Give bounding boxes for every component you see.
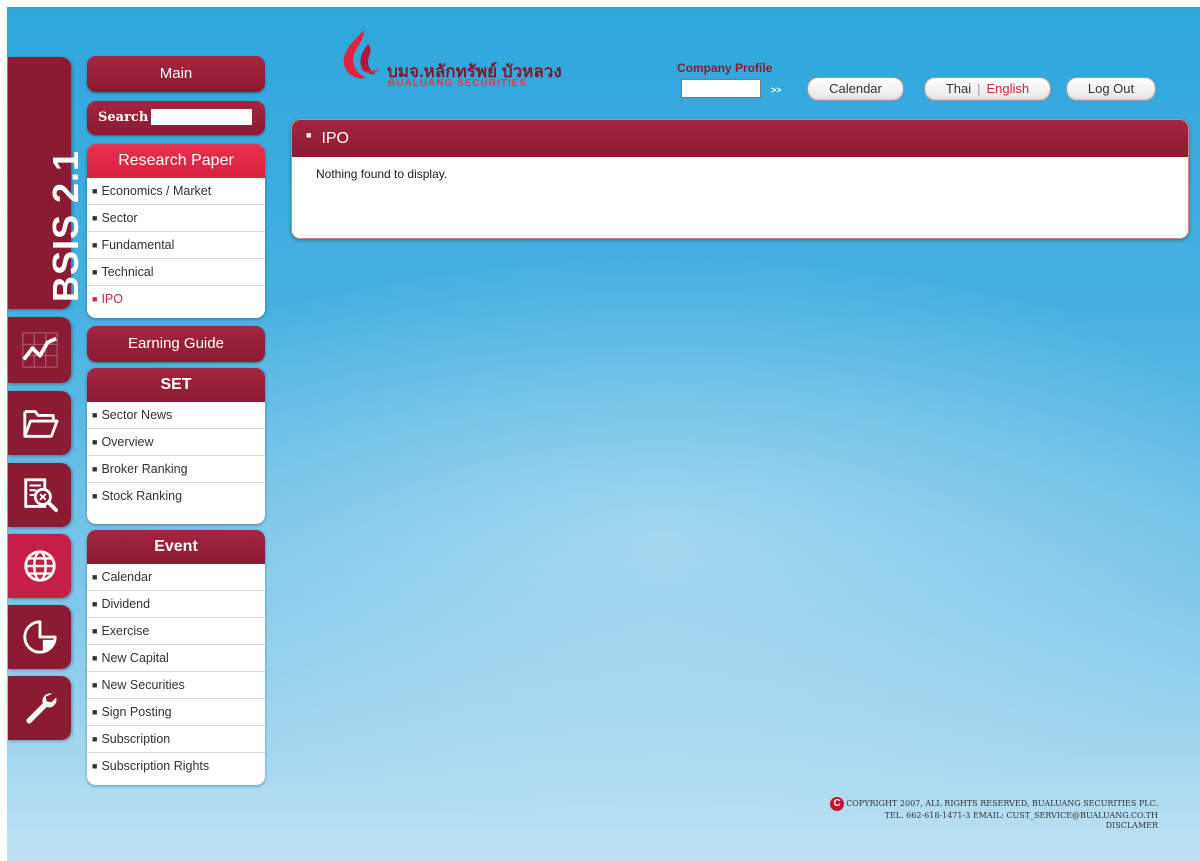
search-input[interactable] — [151, 109, 252, 125]
tab-portfolio[interactable] — [8, 605, 71, 669]
earning-guide-button[interactable]: Earning Guide — [87, 326, 265, 362]
ipo-panel-header: ■ IPO — [292, 120, 1188, 157]
brand-tab: BSIS 2.1 — [8, 57, 86, 309]
research-title[interactable]: Research Paper — [87, 144, 265, 178]
set-item-stock-ranking[interactable]: ■ Stock Ranking — [87, 483, 265, 509]
folder-icon — [22, 410, 59, 438]
pie-chart-icon — [22, 620, 57, 654]
search-box: Search — [87, 101, 265, 135]
list-item-label: Dividend — [101, 597, 151, 611]
empty-message: Nothing found to display. — [316, 167, 448, 181]
research-item-technical[interactable]: ■ Technical — [87, 259, 265, 286]
research-item-sector[interactable]: ■ Sector — [87, 205, 265, 232]
research-panel: Research Paper ■ Economics / Market ■ Sect… — [87, 144, 265, 318]
list-item-label: Exercise — [101, 624, 150, 638]
event-item-calendar[interactable]: ■ Calendar — [87, 564, 265, 591]
set-item-overview[interactable]: ■ Overview — [87, 429, 265, 456]
product-name: BSIS 2.1 — [45, 149, 87, 303]
disclaimer-link[interactable]: DISCLAMER — [830, 821, 1158, 831]
footer: C COPYRIGHT 2007, ALL RIGHTS RESERVED, BU… — [830, 797, 1158, 831]
globe-icon — [23, 550, 56, 582]
tab-research[interactable] — [8, 463, 71, 527]
list-item-label: Subscription — [101, 732, 171, 746]
list-item-label: Sector — [101, 211, 138, 225]
event-item-new-securities[interactable]: ■ New Securities — [87, 672, 265, 699]
research-item-fundamental[interactable]: ■ Fundamental — [87, 232, 265, 259]
search-label: Search — [98, 110, 149, 125]
tab-charts[interactable] — [8, 317, 71, 383]
event-title: Event — [87, 530, 265, 564]
tab-market[interactable] — [8, 534, 71, 598]
logo-english-text: BUALUANG SECURITIES — [388, 78, 528, 89]
company-profile-input[interactable] — [681, 79, 761, 98]
event-item-new-capital[interactable]: ■ New Capital — [87, 645, 265, 672]
copyright-line: C COPYRIGHT 2007, ALL RIGHTS RESERVED, BU… — [830, 797, 1158, 811]
contact-line: TEL. 662-618-1471-3 EMAIL: CUST_SERVICE@… — [884, 811, 1158, 820]
list-item-label: New Capital — [101, 651, 169, 665]
lang-separator: | — [977, 81, 981, 96]
list-item-label: Technical — [101, 265, 154, 279]
app-background: BSIS 2.1 Main Search Research Paper ■ Ec… — [7, 7, 1200, 861]
list-item-label: Fundamental — [101, 238, 175, 252]
bullet-icon: ■ — [306, 130, 312, 140]
event-list: ■ Calendar ■ Dividend ■ Exercise ■ New Capit… — [87, 564, 265, 779]
chart-icon — [21, 332, 58, 368]
list-item-label: Sign Posting — [101, 705, 172, 719]
ipo-panel: ■ IPO Nothing found to display. — [291, 119, 1189, 239]
set-title: SET — [87, 368, 265, 402]
set-list: ■ Sector News ■ Overview ■ Broker Ranking ■… — [87, 402, 265, 509]
set-item-sector-news[interactable]: ■ Sector News — [87, 402, 265, 429]
company-profile-label: Company Profile — [677, 61, 773, 75]
event-item-sign-posting[interactable]: ■ Sign Posting — [87, 699, 265, 726]
tab-folder[interactable] — [8, 391, 71, 455]
research-list: ■ Economics / Market ■ Sector ■ Fundamental… — [87, 178, 265, 312]
event-panel: Event ■ Calendar ■ Dividend ■ Exercise ■ New… — [87, 530, 265, 785]
list-item-label: New Securities — [101, 678, 185, 692]
list-item-label: Overview — [101, 435, 154, 449]
research-item-ipo[interactable]: ■ IPO — [87, 286, 265, 312]
main-button[interactable]: Main — [87, 56, 265, 92]
research-item-economics[interactable]: ■ Economics / Market — [87, 178, 265, 205]
list-item-label: Sector News — [101, 408, 173, 422]
language-switch: Thai | English — [924, 77, 1051, 101]
list-item-label: Calendar — [101, 570, 153, 584]
bualuang-logo-icon[interactable] — [340, 28, 382, 80]
lang-thai-link[interactable]: Thai — [946, 81, 971, 96]
page-title: IPO — [321, 130, 349, 147]
list-item-label: Stock Ranking — [101, 489, 183, 503]
set-panel: SET ■ Sector News ■ Overview ■ Broker Ranki… — [87, 368, 265, 524]
event-item-exercise[interactable]: ■ Exercise — [87, 618, 265, 645]
report-search-icon — [23, 478, 58, 513]
list-item-label: Subscription Rights — [101, 759, 210, 773]
list-item-label: IPO — [101, 292, 123, 306]
lang-english-link[interactable]: English — [987, 81, 1030, 96]
list-item-label: Broker Ranking — [101, 462, 188, 476]
copyright-icon: C — [830, 797, 845, 811]
copyright-text: COPYRIGHT 2007, ALL RIGHTS RESERVED, BUA… — [846, 799, 1158, 808]
event-item-dividend[interactable]: ■ Dividend — [87, 591, 265, 618]
wrench-icon — [25, 693, 56, 724]
calendar-button[interactable]: Calendar — [807, 77, 904, 101]
tab-tools[interactable] — [8, 676, 71, 740]
company-profile-go-button[interactable]: >> — [771, 85, 782, 95]
logout-button[interactable]: Log Out — [1066, 77, 1156, 101]
event-item-subscription-rights[interactable]: ■ Subscription Rights — [87, 753, 265, 779]
list-item-label: Economics / Market — [101, 184, 212, 198]
event-item-subscription[interactable]: ■ Subscription — [87, 726, 265, 753]
set-item-broker-ranking[interactable]: ■ Broker Ranking — [87, 456, 265, 483]
